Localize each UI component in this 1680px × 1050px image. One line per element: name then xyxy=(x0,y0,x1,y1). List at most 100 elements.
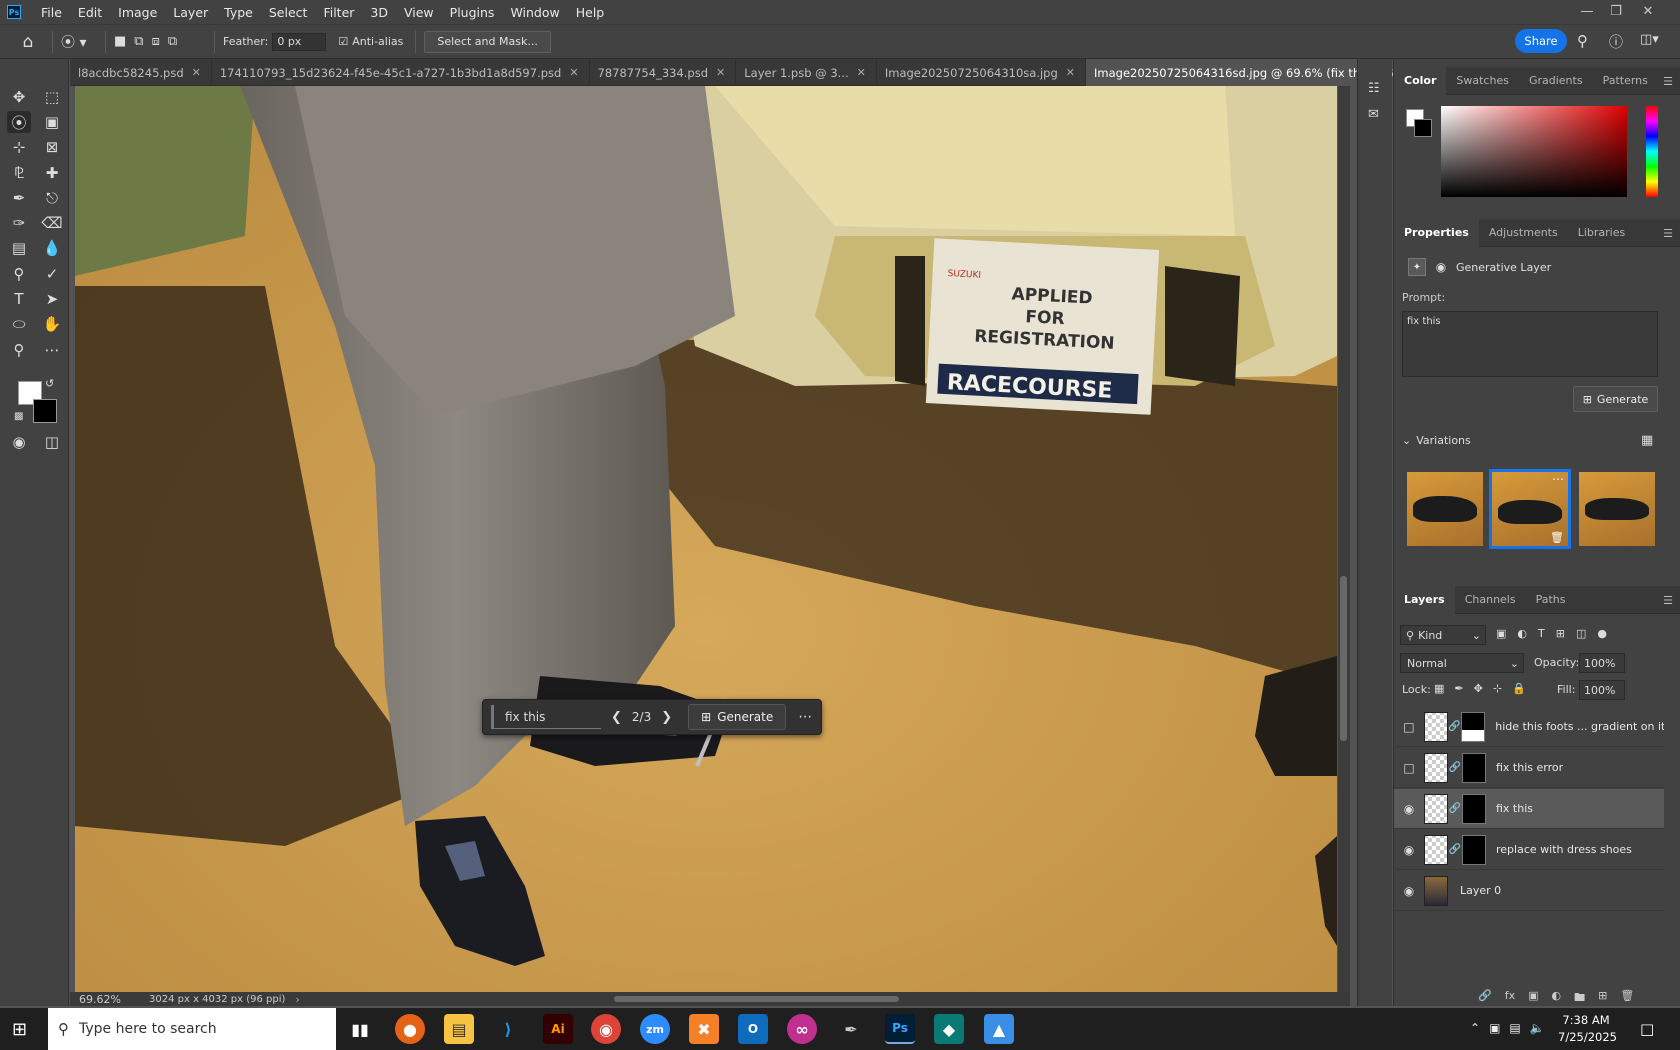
taskbar-clock[interactable]: 7:38 AM 7/25/2025 xyxy=(1558,1012,1617,1046)
status-arrow-icon[interactable]: › xyxy=(295,993,299,1006)
firefox-icon[interactable]: ● xyxy=(395,1014,425,1044)
new-layer-icon[interactable]: ⊞ xyxy=(1598,989,1607,1008)
type-filter-icon[interactable]: T xyxy=(1538,627,1545,640)
smart-object-filter-icon[interactable]: ◫ xyxy=(1576,627,1586,640)
tab-color[interactable]: Color xyxy=(1394,66,1447,95)
layer-row[interactable]: □ 🔗 hide this foots ... gradient on it xyxy=(1394,707,1664,747)
fill-input[interactable]: 100% xyxy=(1579,680,1625,700)
fx-icon[interactable]: fx xyxy=(1505,989,1515,1008)
type-tool-icon[interactable]: T xyxy=(7,288,31,310)
add-mask-icon[interactable]: ▣ xyxy=(1528,989,1538,1008)
tab-layers[interactable]: Layers xyxy=(1394,585,1455,614)
chrome-icon[interactable]: ◉ xyxy=(591,1014,621,1044)
menu-help[interactable]: Help xyxy=(568,5,613,20)
close-tab-icon[interactable]: ✕ xyxy=(1066,66,1075,79)
brush-tool-icon[interactable]: ✒ xyxy=(7,187,31,209)
horizontal-scrollbar[interactable] xyxy=(600,996,1320,1003)
variation-thumbnail-3[interactable] xyxy=(1579,472,1655,546)
windows-start-icon[interactable]: ⊞ xyxy=(12,1019,27,1040)
properties-generate-button[interactable]: ⊞ Generate xyxy=(1573,386,1658,412)
menu-3d[interactable]: 3D xyxy=(362,5,396,20)
horizontal-scroll-thumb[interactable] xyxy=(614,996,899,1002)
minimize-icon[interactable]: — xyxy=(1573,0,1601,22)
healing-tool-icon[interactable]: ✚ xyxy=(40,162,64,184)
panel-menu-icon[interactable]: ☰ xyxy=(1663,227,1673,240)
layer-row-selected[interactable]: ◉ 🔗 fix this xyxy=(1394,789,1664,829)
workspace-icon[interactable]: ◫▾ xyxy=(1640,32,1659,47)
menu-edit[interactable]: Edit xyxy=(70,5,110,20)
eye-icon[interactable]: ◉ xyxy=(1394,884,1424,898)
variation-thumbnail-1[interactable] xyxy=(1407,472,1483,546)
share-button[interactable]: Share xyxy=(1515,29,1567,53)
filter-toggle-icon[interactable]: ● xyxy=(1597,627,1607,640)
panel-menu-icon[interactable]: ☰ xyxy=(1663,75,1673,88)
add-selection-icon[interactable]: ⧉ xyxy=(134,34,143,49)
help-icon[interactable]: ⓘ xyxy=(1609,32,1623,52)
menu-file[interactable]: File xyxy=(33,5,70,20)
hue-slider[interactable] xyxy=(1646,106,1658,197)
lasso-preset-icon[interactable]: ⦿ ▾ xyxy=(61,32,97,52)
restore-icon[interactable]: ❐ xyxy=(1602,0,1630,22)
lock-all-icon[interactable]: 🔒 xyxy=(1512,682,1526,695)
layer-mask-thumbnail[interactable] xyxy=(1462,793,1486,824)
file-explorer-icon[interactable]: ▤ xyxy=(444,1014,474,1044)
menu-filter[interactable]: Filter xyxy=(315,5,362,20)
default-colors-icon[interactable]: ▩ xyxy=(14,411,23,422)
lasso-tool-icon[interactable]: ⦿ xyxy=(7,111,31,133)
menu-view[interactable]: View xyxy=(396,5,442,20)
object-select-tool-icon[interactable]: ▣ xyxy=(40,111,64,133)
screen-mode-icon[interactable]: ◫ xyxy=(40,431,64,453)
pen-tool-icon[interactable]: ✓ xyxy=(40,263,64,285)
vscode-icon[interactable]: ⟩ xyxy=(493,1014,523,1044)
search-icon[interactable]: ⚲ xyxy=(1577,32,1588,50)
menu-window[interactable]: Window xyxy=(502,5,567,20)
grid-view-icon[interactable]: ▦ xyxy=(1641,433,1653,448)
visibility-toggle-hidden[interactable]: □ xyxy=(1394,720,1424,734)
close-tab-icon[interactable]: ✕ xyxy=(192,66,201,79)
vertical-scrollbar[interactable] xyxy=(1338,86,1350,992)
xampp-icon[interactable]: ✖ xyxy=(689,1014,719,1044)
tab-patterns[interactable]: Patterns xyxy=(1593,67,1658,95)
lock-pixels-icon[interactable]: ✒ xyxy=(1454,682,1463,695)
select-and-mask-button[interactable]: Select and Mask... xyxy=(424,30,551,53)
move-tool-icon[interactable]: ✥ xyxy=(7,86,31,108)
menu-select[interactable]: Select xyxy=(261,5,316,20)
more-options-icon[interactable]: ⋯ xyxy=(1552,472,1564,486)
outlook-icon[interactable]: O xyxy=(738,1014,768,1044)
tab-properties[interactable]: Properties xyxy=(1394,218,1479,247)
color-background-swatch[interactable] xyxy=(1414,119,1432,137)
tab-paths[interactable]: Paths xyxy=(1526,586,1576,614)
previous-variation-icon[interactable]: ❮ xyxy=(611,710,622,725)
adjustment-layer-icon[interactable]: ◐ xyxy=(1552,989,1562,1008)
lock-transparency-icon[interactable]: ▦ xyxy=(1434,682,1444,695)
subtract-selection-icon[interactable]: ⧈ xyxy=(152,34,160,49)
swap-colors-icon[interactable]: ↺ xyxy=(45,377,54,390)
layer-row[interactable]: ◉ Layer 0 xyxy=(1394,871,1664,911)
close-tab-icon[interactable]: ✕ xyxy=(857,66,866,79)
panel-menu-icon[interactable]: ☰ xyxy=(1663,594,1673,607)
variations-header[interactable]: ⌄ Variations xyxy=(1402,434,1471,447)
home-icon[interactable]: ⌂ xyxy=(12,32,44,52)
layer-filter-select[interactable]: ⚲ Kind ⌄ xyxy=(1400,625,1486,645)
eye-icon[interactable]: ◉ xyxy=(1394,802,1424,816)
background-color-swatch[interactable] xyxy=(33,399,57,423)
close-tab-icon[interactable]: ✕ xyxy=(569,66,578,79)
close-window-icon[interactable]: ✕ xyxy=(1634,0,1662,22)
visibility-toggle-hidden[interactable]: □ xyxy=(1394,761,1424,775)
zoom-level[interactable]: 69.62% xyxy=(79,993,149,1006)
blur-tool-icon[interactable]: 💧 xyxy=(40,237,64,259)
link-icon[interactable]: 🔗 xyxy=(1448,762,1462,773)
history-brush-icon[interactable]: ✑ xyxy=(7,212,31,234)
new-group-icon[interactable]: 🖿 xyxy=(1574,989,1585,1008)
next-variation-icon[interactable]: ❯ xyxy=(661,710,672,725)
feather-input[interactable]: 0 px xyxy=(272,32,327,51)
frame-tool-icon[interactable]: ⊠ xyxy=(40,136,64,158)
tab-document-1[interactable]: l8acdbc58245.psd ✕ xyxy=(70,59,212,86)
crop-tool-icon[interactable]: ⊹ xyxy=(7,136,31,158)
eraser-tool-icon[interactable]: ⌫ xyxy=(40,212,64,234)
close-tab-icon[interactable]: ✕ xyxy=(716,66,725,79)
hand-tool-icon[interactable]: ✋ xyxy=(40,313,64,335)
comments-panel-icon[interactable]: ✉ xyxy=(1368,107,1379,122)
vertical-scroll-thumb[interactable] xyxy=(1340,576,1347,741)
volume-icon[interactable]: 🔈 xyxy=(1530,1021,1545,1035)
